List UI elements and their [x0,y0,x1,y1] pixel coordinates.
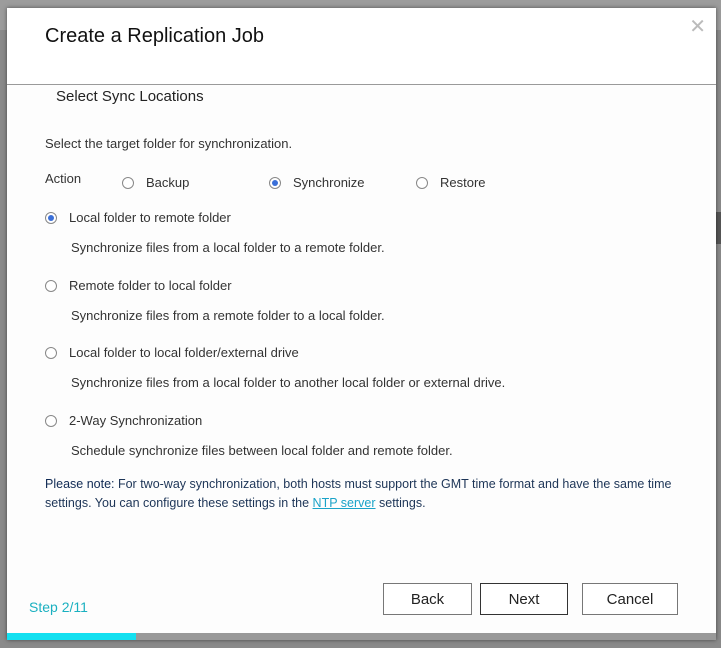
progress-bar [7,633,716,640]
dialog-title: Create a Replication Job [45,25,265,47]
note-prefix: Please note: [45,477,115,491]
action-option-label[interactable]: Restore [440,175,486,190]
please-note: Please note: For two-way synchronization… [45,475,685,513]
sync-mode-description: Synchronize files from a local folder to… [71,375,506,391]
section-title: Select Sync Locations [56,88,204,105]
sync-mode-label[interactable]: Remote folder to local folder [69,278,232,293]
action-radio-backup[interactable] [122,177,134,189]
action-radio-synchronize[interactable] [269,177,281,189]
ntp-server-link[interactable]: NTP server [313,496,376,510]
sync-mode-label[interactable]: 2-Way Synchronization [69,413,202,428]
sync-mode-radio[interactable] [45,212,57,224]
sync-mode-radio[interactable] [45,347,57,360]
cancel-button[interactable]: Cancel [582,583,678,615]
sync-mode-radio[interactable] [45,279,57,292]
progress-fill [7,633,137,640]
action-option-label[interactable]: Synchronize [293,175,365,190]
sync-mode-description: Synchronize files from a remote folder t… [71,307,385,323]
sync-mode-radio[interactable] [45,415,57,428]
sync-mode-label[interactable]: Local folder to remote folder [69,210,231,225]
action-option-label[interactable]: Backup [146,175,189,190]
action-label: Action [45,171,82,186]
back-button[interactable]: Back [383,583,472,615]
dialog-header: Create a Replication Job ✕ [7,8,716,85]
instruction-text: Select the target folder for synchroniza… [45,136,293,151]
sync-mode-description: Schedule synchronize files between local… [71,443,453,459]
sync-mode-description: Synchronize files from a local folder to… [71,240,385,255]
step-indicator: Step 2/11 [29,599,88,615]
next-button[interactable]: Next [480,583,568,615]
replication-job-dialog: Create a Replication Job ✕ Select Sync L… [7,8,716,640]
action-radio-restore[interactable] [416,177,428,189]
sync-mode-label[interactable]: Local folder to local folder/external dr… [69,345,299,360]
close-icon[interactable]: ✕ [689,14,706,39]
note-suffix: settings. [375,496,426,510]
